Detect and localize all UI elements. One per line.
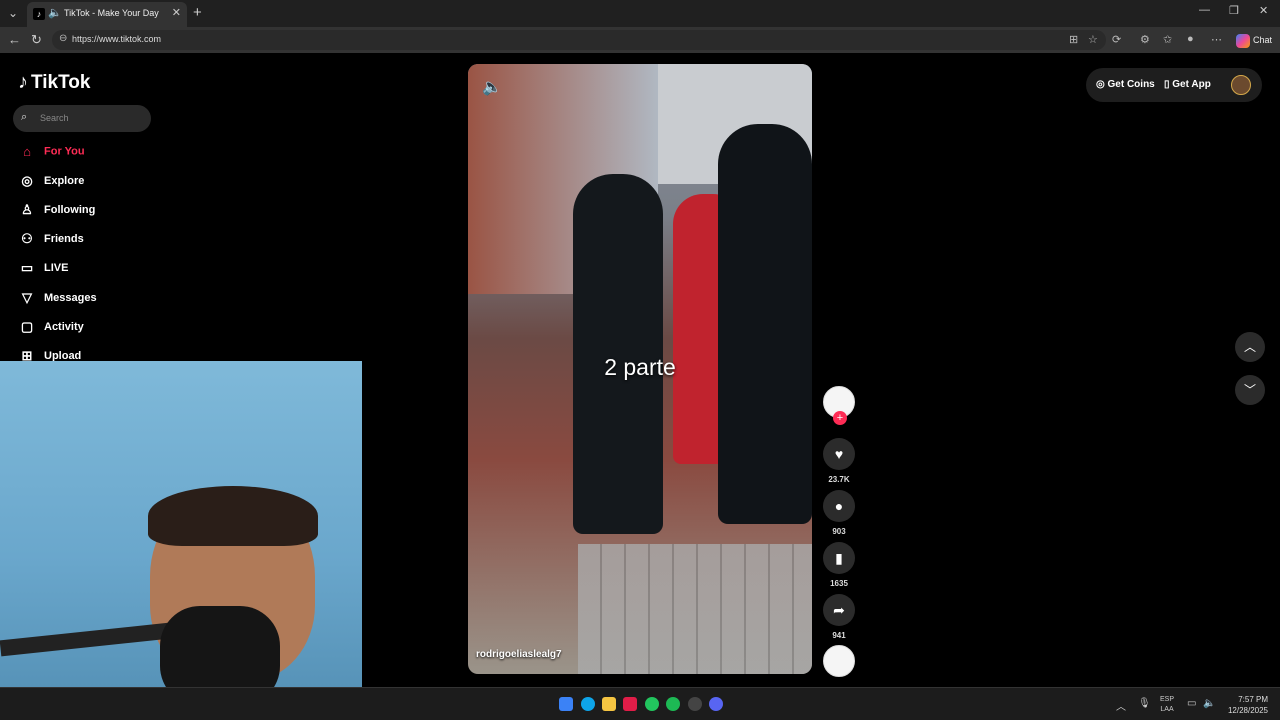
- start-icon[interactable]: [559, 697, 573, 711]
- save-count: 1635: [830, 579, 848, 588]
- get-app-button[interactable]: ▯ Get App: [1164, 79, 1211, 90]
- brave-icon[interactable]: [623, 697, 637, 711]
- clock-date: 12/28/2025: [1227, 706, 1268, 715]
- comment-count: 903: [832, 527, 846, 536]
- sidebar-item-friends[interactable]: ⚇ Friends: [18, 231, 84, 251]
- home-icon: ⌂: [23, 144, 31, 159]
- streamer-hair: [148, 486, 318, 546]
- logo-text: TikTok: [31, 72, 91, 93]
- profile-icon[interactable]: ●: [1187, 33, 1194, 45]
- compass-icon: ◎: [21, 173, 33, 188]
- tray-expand-icon[interactable]: ︿: [1116, 698, 1126, 713]
- search-icon: ⌕: [21, 111, 28, 123]
- reload-icon[interactable]: ↻: [31, 32, 42, 48]
- video-sidewalk: [578, 544, 812, 674]
- mic-boom-arm: [0, 621, 181, 657]
- live-icon: ▭: [20, 260, 34, 275]
- share-count: 941: [832, 631, 846, 640]
- extensions-icon[interactable]: ⟳: [1112, 33, 1121, 46]
- sidebar-item-messages[interactable]: ▽ Messages: [18, 290, 97, 310]
- comment-icon[interactable]: ●: [823, 490, 855, 522]
- clock-time: 7:57 PM: [1238, 695, 1268, 704]
- tiktok-favicon-icon: ♪: [33, 8, 45, 20]
- get-coins-button[interactable]: ◎ Get Coins: [1096, 79, 1155, 90]
- friends-icon: ⚇: [21, 231, 33, 246]
- app-icon[interactable]: [688, 697, 702, 711]
- address-bar: ← ↻ ⊖ https://www.tiktok.com ⊞ ☆ ⟳ ⚙ ✩ ●…: [0, 27, 1280, 53]
- next-video-button[interactable]: ﹀: [1235, 375, 1265, 405]
- microphone: [160, 606, 280, 687]
- tiktok-page: ♪ TikTok ⌕ Search ⌂ For You ◎ Explore ♙ Foll…: [0, 53, 1280, 687]
- edge-icon[interactable]: [581, 697, 595, 711]
- copilot-icon: [1236, 33, 1250, 48]
- back-icon[interactable]: ←: [8, 32, 21, 47]
- extension-puzzle-icon[interactable]: ⚙: [1140, 33, 1150, 46]
- search-placeholder: Search: [40, 113, 69, 123]
- share-action[interactable]: ➦ 941: [822, 594, 856, 640]
- activity-icon: ▢: [20, 319, 34, 334]
- sidebar-item-following[interactable]: ♙ Following: [18, 202, 95, 222]
- favorites-icon[interactable]: ✩: [1163, 33, 1172, 46]
- video-officer-right: [718, 124, 812, 524]
- tab-title: TikTok - Make Your Day: [64, 8, 159, 18]
- taskbar: ︿ 🎙 ESP LAA ▭ 🔈 7:57 PM 12/28/2025: [0, 687, 1280, 720]
- search-input[interactable]: ⌕ Search: [13, 105, 151, 132]
- favorite-star-icon[interactable]: ☆: [1088, 33, 1098, 46]
- network-icon[interactable]: ▭: [1187, 698, 1196, 709]
- previous-video-button[interactable]: ︿: [1235, 332, 1265, 362]
- copilot-chat-button[interactable]: Chat: [1232, 31, 1276, 49]
- language-indicator[interactable]: ESP LAA: [1160, 695, 1174, 715]
- browser-tab[interactable]: ♪ 🔈 TikTok - Make Your Day ✕: [27, 2, 187, 27]
- url-field[interactable]: ⊖ https://www.tiktok.com: [52, 30, 1106, 50]
- url-text: https://www.tiktok.com: [72, 34, 162, 44]
- microphone-tray-icon[interactable]: 🎙: [1138, 698, 1151, 709]
- sound-avatar[interactable]: [823, 645, 855, 677]
- comment-action[interactable]: ● 903: [822, 490, 856, 536]
- sidebar-item-explore[interactable]: ◎ Explore: [18, 173, 84, 193]
- like-action[interactable]: ♥ 23.7K: [822, 438, 856, 484]
- more-menu-icon[interactable]: ⋯: [1211, 33, 1222, 46]
- sidebar-item-live[interactable]: ▭ LIVE: [18, 260, 69, 280]
- music-disc[interactable]: [822, 645, 856, 677]
- video-actions: + ♥ 23.7K ● 903 ▮ 1635 ➦ 941: [822, 386, 856, 677]
- split-screen-icon[interactable]: ⊞: [1069, 33, 1078, 46]
- messages-icon: ▽: [22, 290, 32, 305]
- file-explorer-icon[interactable]: [602, 697, 616, 711]
- share-icon[interactable]: ➦: [823, 594, 855, 626]
- tiktok-logo[interactable]: ♪ TikTok: [18, 71, 90, 94]
- spotify-icon[interactable]: [666, 697, 680, 711]
- discord-icon[interactable]: [709, 697, 723, 711]
- sidebar-item-activity[interactable]: ▢ Activity: [18, 319, 84, 339]
- minimize-icon[interactable]: —: [1199, 4, 1210, 16]
- following-icon: ♙: [21, 202, 33, 217]
- video-caption: 2 parte: [604, 354, 676, 380]
- new-tab-button[interactable]: +: [193, 4, 202, 21]
- bookmark-icon[interactable]: ▮: [823, 542, 855, 574]
- restore-icon[interactable]: ❐: [1229, 4, 1239, 17]
- coin-icon: ◎: [1096, 79, 1108, 90]
- heart-icon[interactable]: ♥: [823, 438, 855, 470]
- tiktok-note-icon: ♪: [18, 71, 28, 93]
- tab-actions-icon[interactable]: ⌄: [4, 4, 22, 22]
- like-count: 23.7K: [828, 475, 850, 484]
- webcam-overlay: [0, 361, 362, 687]
- window-close-icon[interactable]: ✕: [1259, 4, 1268, 17]
- video-author[interactable]: rodrigoeliaslealg7: [476, 649, 562, 660]
- speaker-icon[interactable]: 🔈: [1203, 698, 1215, 709]
- sidebar-item-for-you[interactable]: ⌂ For You: [18, 144, 84, 164]
- follow-plus-icon[interactable]: +: [833, 411, 847, 425]
- user-avatar[interactable]: [1231, 75, 1251, 95]
- browser-tab-bar: ⌄ ♪ 🔈 TikTok - Make Your Day ✕ + — ❐ ✕: [0, 0, 1280, 27]
- tab-close-icon[interactable]: ✕: [172, 6, 181, 19]
- save-action[interactable]: ▮ 1635: [822, 542, 856, 588]
- tab-audio-icon[interactable]: 🔈: [48, 6, 62, 19]
- top-right-bar: ◎ Get Coins ▯ Get App: [1086, 68, 1262, 102]
- clock[interactable]: 7:57 PM 12/28/2025: [1222, 694, 1268, 716]
- volume-icon[interactable]: 🔈: [482, 77, 502, 97]
- site-info-icon[interactable]: ⊖: [59, 33, 67, 44]
- creator-avatar[interactable]: +: [823, 386, 855, 425]
- whatsapp-icon[interactable]: [645, 697, 659, 711]
- chat-label: Chat: [1253, 35, 1273, 45]
- video-player[interactable]: 🔈 2 parte rodrigoeliaslealg7: [468, 64, 812, 674]
